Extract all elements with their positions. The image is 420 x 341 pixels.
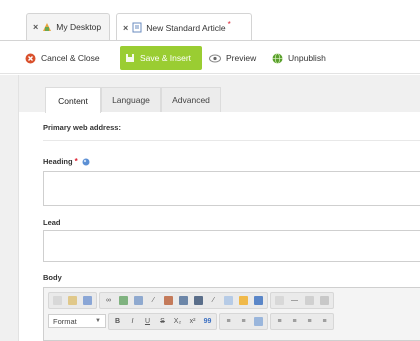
heading-input[interactable] — [43, 171, 420, 206]
editor-toolbar-row-2: Format ▼ B I U S X₂ x² 99 ≡ ≡ ≡ ≡ ≡ ≡ — [48, 312, 420, 330]
chevron-down-icon: ▼ — [95, 318, 101, 324]
tab-advanced[interactable]: Advanced — [161, 87, 221, 112]
bold-button[interactable]: B — [111, 315, 124, 328]
rich-text-editor: ∞ ⁄ ⁄ — Format ▼ B I U S X₂ x² 99 ≡ ≡ ≡ … — [43, 287, 420, 341]
image-icon[interactable] — [132, 294, 145, 307]
special-char-icon[interactable] — [303, 294, 316, 307]
tab-language[interactable]: Language — [101, 87, 161, 112]
heading-label-row: Heading * — [43, 157, 90, 166]
text-style-group: B I U S X₂ x² 99 — [108, 312, 217, 330]
underline-button[interactable]: U — [141, 315, 154, 328]
desktop-icon — [43, 23, 52, 31]
lead-label: Lead — [43, 218, 61, 227]
cut-icon[interactable] — [51, 294, 64, 307]
paste-word-icon[interactable] — [81, 294, 94, 307]
layout-icon[interactable] — [252, 294, 265, 307]
user-icon[interactable] — [162, 294, 175, 307]
cancel-close-label: Cancel & Close — [41, 53, 100, 63]
align-center-icon[interactable]: ≡ — [288, 315, 301, 328]
document-icon — [132, 22, 142, 33]
subscript-button[interactable]: X₂ — [171, 315, 184, 328]
tab-new-standard-article[interactable]: × New Standard Article * — [116, 13, 252, 41]
document-tab-bar: × My Desktop × New Standard Article * — [0, 0, 420, 41]
info-icon[interactable] — [82, 158, 90, 166]
paste-icon[interactable] — [66, 294, 79, 307]
superscript-button[interactable]: x² — [186, 315, 199, 328]
divider — [43, 140, 420, 141]
blockquote-button[interactable]: 99 — [201, 315, 214, 328]
required-indicator: * — [74, 157, 78, 166]
numbered-list-icon[interactable]: ≡ — [237, 315, 250, 328]
table-icon[interactable] — [177, 294, 190, 307]
list-style-icon[interactable] — [273, 294, 286, 307]
format-select[interactable]: Format ▼ — [48, 314, 106, 328]
body-label: Body — [43, 273, 62, 282]
save-icon — [126, 54, 134, 62]
tab-label: My Desktop — [56, 22, 102, 32]
editor-panel: Content Language Advanced Primary web ad… — [18, 75, 420, 341]
preview-label: Preview — [226, 53, 257, 63]
action-toolbar: Cancel & Close Save & Insert Preview Unp… — [0, 40, 420, 74]
unpublish-label: Unpublish — [288, 53, 326, 63]
lead-input[interactable] — [43, 230, 420, 262]
tab-label: New Standard Article — [146, 22, 226, 33]
close-icon[interactable]: × — [123, 23, 128, 33]
tab-content[interactable]: Content — [45, 87, 101, 113]
template-icon[interactable] — [222, 294, 235, 307]
save-insert-button[interactable]: Save & Insert — [120, 46, 202, 70]
anchor-icon[interactable]: ⁄ — [207, 294, 220, 307]
align-right-icon[interactable]: ≡ — [303, 315, 316, 328]
justify-icon[interactable]: ≡ — [318, 315, 331, 328]
cancel-icon — [25, 53, 36, 63]
fullscreen-icon[interactable] — [318, 294, 331, 307]
unpublish-button[interactable]: Unpublish — [267, 46, 331, 70]
italic-button[interactable]: I — [126, 315, 139, 328]
preview-button[interactable]: Preview — [204, 46, 261, 70]
page-area: Content Language Advanced Primary web ad… — [0, 75, 420, 341]
list-group: ≡ ≡ — [219, 312, 268, 330]
bullet-list-icon[interactable]: ≡ — [222, 315, 235, 328]
horizontal-rule-icon[interactable]: — — [288, 294, 301, 307]
align-left-icon[interactable]: ≡ — [273, 315, 286, 328]
strikethrough-button[interactable]: S — [156, 315, 169, 328]
misc-group: — — [270, 291, 334, 309]
editor-toolbar-row-1: ∞ ⁄ ⁄ — — [48, 291, 420, 309]
link-icon[interactable]: ∞ — [102, 294, 115, 307]
save-insert-label: Save & Insert — [140, 53, 192, 63]
eye-icon — [209, 54, 221, 62]
modified-indicator: * — [227, 20, 231, 29]
attachment-icon[interactable]: ⁄ — [147, 294, 160, 307]
format-select-value: Format — [53, 316, 77, 326]
block-icon[interactable] — [237, 294, 250, 307]
align-group: ≡ ≡ ≡ ≡ — [270, 312, 334, 330]
cancel-close-button[interactable]: Cancel & Close — [20, 46, 105, 70]
primary-web-address-label: Primary web address: — [43, 123, 121, 132]
unlink-icon[interactable] — [117, 294, 130, 307]
insert-group: ∞ ⁄ ⁄ — [99, 291, 268, 309]
tab-my-desktop[interactable]: × My Desktop — [26, 13, 110, 40]
heading-label: Heading — [43, 157, 73, 166]
globe-icon — [272, 52, 283, 64]
close-icon[interactable]: × — [33, 22, 38, 32]
media-icon[interactable] — [192, 294, 205, 307]
form-tab-strip: Content Language Advanced — [19, 75, 420, 113]
indent-icon[interactable] — [252, 315, 265, 328]
clipboard-group — [48, 291, 97, 309]
